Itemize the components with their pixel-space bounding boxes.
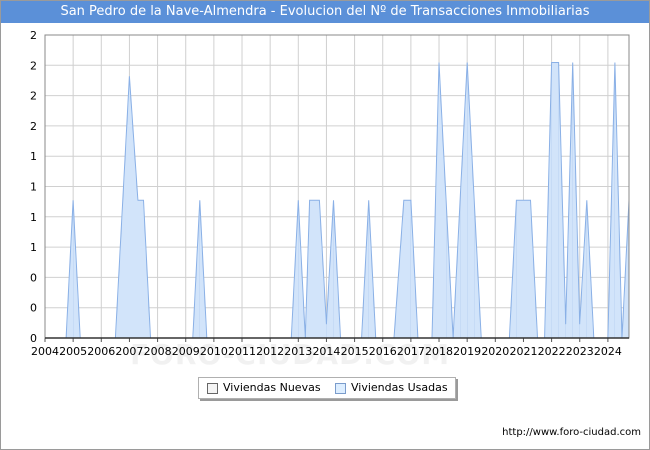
legend-label-nuevas: Viviendas Nuevas — [223, 381, 321, 394]
x-tick-label: 2021 — [509, 345, 537, 358]
y-tick-label: 0 — [30, 302, 37, 315]
x-tick-label: 2020 — [481, 345, 509, 358]
y-tick-label: 2 — [30, 29, 37, 42]
legend-swatch-usadas — [335, 383, 346, 394]
x-tick-label: 2023 — [566, 345, 594, 358]
legend: Viviendas Nuevas Viviendas Usadas — [198, 377, 456, 399]
legend-swatch-nuevas — [207, 383, 218, 394]
x-tick-label: 2005 — [59, 345, 87, 358]
x-tick-label: 2006 — [87, 345, 115, 358]
y-tick-label: 2 — [30, 59, 37, 72]
y-tick-label: 2 — [30, 90, 37, 103]
y-tick-label: 2 — [30, 120, 37, 133]
y-tick-label: 1 — [30, 181, 37, 194]
watermark: FORO-CIUDAD.COM — [130, 338, 451, 371]
y-tick-label: 0 — [30, 271, 37, 284]
x-tick-label: 2019 — [453, 345, 481, 358]
x-tick-label: 2022 — [538, 345, 566, 358]
y-tick-label: 0 — [30, 332, 37, 345]
source-url: http://www.foro-ciudad.com — [502, 427, 641, 438]
y-tick-label: 1 — [30, 150, 37, 163]
y-tick-label: 1 — [30, 211, 37, 224]
x-tick-label: 2004 — [31, 345, 59, 358]
y-axis-tick-labels: 0 0 0 1 1 1 1 2 2 2 2 — [30, 29, 37, 345]
legend-label-usadas: Viviendas Usadas — [351, 381, 448, 394]
y-tick-label: 1 — [30, 241, 37, 254]
x-tick-label: 2024 — [594, 345, 622, 358]
